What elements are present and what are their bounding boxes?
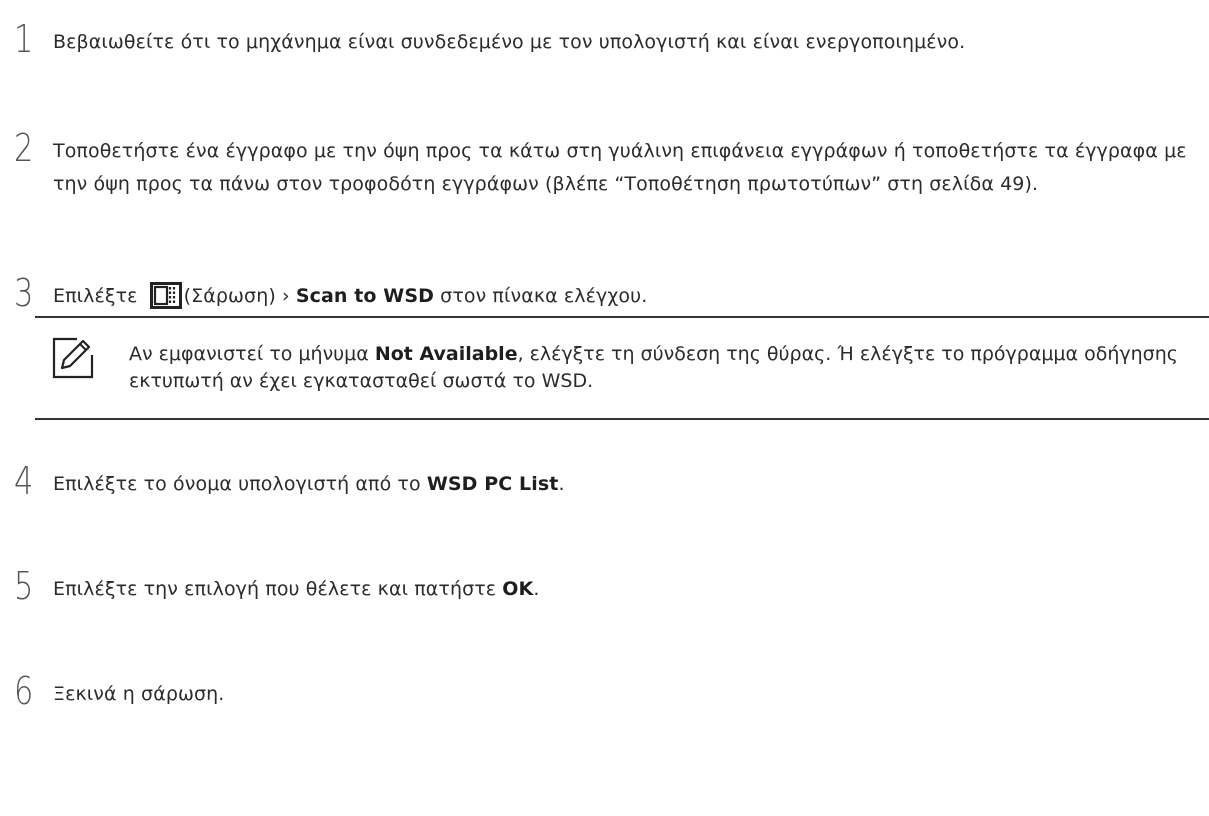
note-text: Αν εμφανιστεί το μήνυμα Not Available, ε… <box>129 341 1209 395</box>
step-number: 1 <box>14 17 34 61</box>
note-message-not-available: Not Available <box>374 343 518 365</box>
step-5: 5 Επιλέξτε την επιλογή που θέλετε και πα… <box>0 567 1205 606</box>
step-text: Επιλέξτε την επιλογή που θέλετε και πατή… <box>53 573 1205 606</box>
step-text-before: Επιλέξτε την επιλογή που θέλετε και πατή… <box>53 578 497 600</box>
step-text-after: . <box>558 473 565 495</box>
step-text: Επιλέξτε (Σάρωση) › Scan to WSD στον πίν… <box>53 280 1205 313</box>
menu-item-wsd-pc-list: WSD PC List <box>426 473 559 495</box>
step-text: Επιλέξτε το όνομα υπολογιστή από το WSD … <box>53 468 1205 501</box>
step-text-after: στον πίνακα ελέγχου. <box>440 285 648 307</box>
ok-button-label: OK <box>502 578 534 600</box>
note-bottom-rule <box>35 418 1209 420</box>
step-text-before: Επιλέξτε το όνομα υπολογιστή από το <box>53 473 421 495</box>
step-number: 6 <box>14 669 34 713</box>
step-number: 5 <box>14 564 34 608</box>
menu-separator: › <box>282 285 290 307</box>
step-3: 3 Επιλέξτε (Σάρωση) › Scan to WSD στον π… <box>0 274 1205 313</box>
step-2: 2 Τοποθετήστε ένα έγγραφο με την όψη προ… <box>0 129 1205 201</box>
pencil-note-icon <box>52 337 94 379</box>
menu-item-scan-to-wsd: Scan to WSD <box>295 285 435 307</box>
scan-icon-label: (Σάρωση) <box>183 285 276 307</box>
step-number: 2 <box>14 126 34 170</box>
note-text-before: Αν εμφανιστεί το μήνυμα <box>129 343 369 365</box>
step-text: Τοποθετήστε ένα έγγραφο με την όψη προς … <box>53 140 1187 195</box>
step-6: 6 Ξεκινά η σάρωση. <box>0 672 1205 711</box>
note-top-rule <box>35 316 1209 318</box>
step-number: 3 <box>14 271 34 315</box>
step-text-after: . <box>533 578 540 600</box>
step-text: Βεβαιωθείτε ότι το μηχάνημα είναι συνδεδ… <box>53 31 966 53</box>
step-number: 4 <box>14 459 34 503</box>
step-4: 4 Επιλέξτε το όνομα υπολογιστή από το WS… <box>0 462 1205 501</box>
scan-icon <box>149 282 182 309</box>
step-text: Ξεκινά η σάρωση. <box>53 683 225 705</box>
step-text-before: Επιλέξτε <box>53 285 138 307</box>
step-1: 1 Βεβαιωθείτε ότι το μηχάνημα είναι συνδ… <box>0 20 1205 59</box>
